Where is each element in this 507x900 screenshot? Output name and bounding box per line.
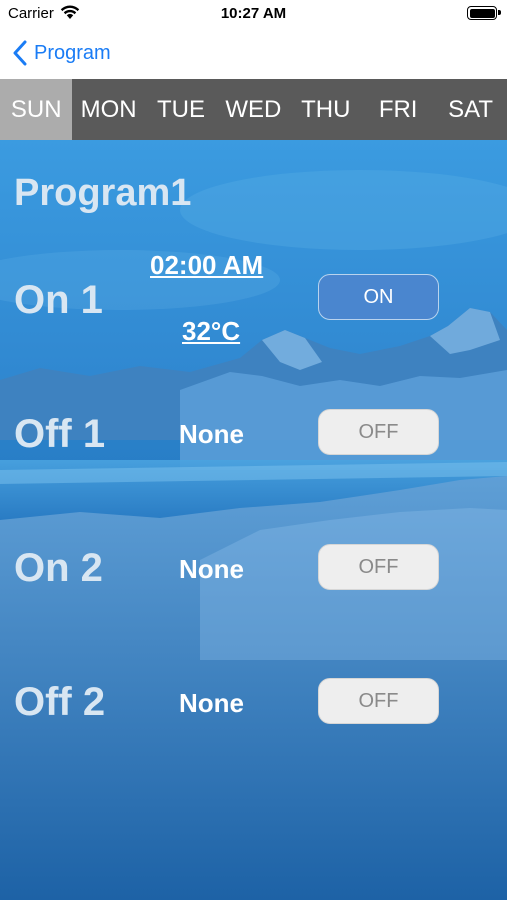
status-time: 10:27 AM — [220, 5, 287, 22]
off1-toggle-button[interactable]: OFF — [318, 409, 439, 455]
back-button-label: Program — [34, 41, 111, 64]
program-title: Program1 — [14, 172, 192, 214]
tab-tue[interactable]: TUE — [145, 79, 217, 140]
tab-sun[interactable]: SUN — [0, 79, 73, 140]
tab-thu[interactable]: THU — [290, 79, 362, 140]
off2-value: None — [179, 688, 244, 718]
off2-toggle-button[interactable]: OFF — [318, 678, 439, 724]
on1-temperature-link[interactable]: 32°C — [182, 316, 240, 347]
on2-value: None — [179, 554, 244, 584]
on1-label: On 1 — [14, 278, 103, 322]
tab-sat[interactable]: SAT — [434, 79, 506, 140]
program-panel: Program1 On 1 02:00 AM 32°C ON Off 1 Non… — [0, 140, 507, 900]
day-tabs: SUN MON TUE WED THU FRI SAT — [0, 79, 507, 140]
on2-toggle-button[interactable]: OFF — [318, 544, 439, 590]
back-button[interactable]: Program — [12, 38, 111, 68]
status-bar: Carrier 10:27 AM — [0, 0, 507, 28]
on1-toggle-button[interactable]: ON — [318, 274, 439, 320]
on1-time-link[interactable]: 02:00 AM — [150, 250, 263, 281]
tab-fri[interactable]: FRI — [362, 79, 434, 140]
tab-mon[interactable]: MON — [72, 79, 144, 140]
battery-icon — [467, 6, 501, 20]
navigation-bar: Program — [0, 28, 507, 79]
chevron-left-icon — [13, 40, 27, 66]
off1-value: None — [179, 419, 244, 449]
off2-label: Off 2 — [14, 680, 106, 724]
tab-wed[interactable]: WED — [217, 79, 289, 140]
on2-label: On 2 — [14, 546, 103, 590]
off1-label: Off 1 — [14, 412, 106, 456]
